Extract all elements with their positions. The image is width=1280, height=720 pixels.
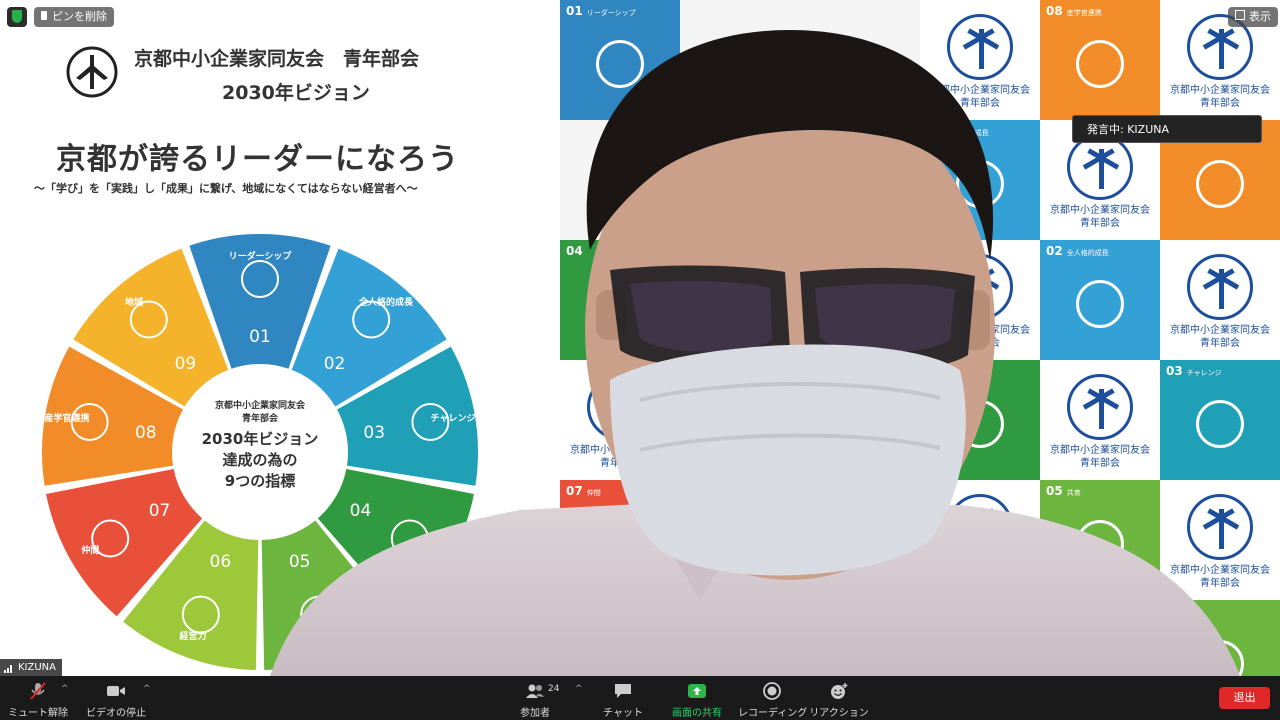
participant-count: 24	[548, 684, 560, 694]
participants-options-chevron-icon[interactable]: ^	[575, 684, 583, 694]
record-icon	[763, 682, 781, 700]
share-screen-icon	[688, 684, 706, 698]
view-label: 表示	[1249, 10, 1271, 23]
speaker-tooltip: 発言中: KIZUNA	[1072, 115, 1262, 143]
leave-meeting-button[interactable]: 退出	[1219, 687, 1270, 709]
share-screen-button[interactable]: 画面の共有	[664, 676, 730, 720]
microphone-muted-icon	[30, 682, 46, 700]
mute-button[interactable]: ミュート解除	[4, 676, 72, 720]
chat-button[interactable]: チャット	[594, 676, 652, 720]
participant-name-label: KIZUNA	[0, 659, 62, 676]
video-camera-icon	[107, 686, 125, 696]
participants-button[interactable]: 参加者	[506, 676, 564, 720]
participants-label: 参加者	[520, 708, 550, 719]
record-button[interactable]: レコーディング	[738, 676, 808, 720]
unpin-label: ピンを削除	[52, 10, 107, 23]
audio-options-chevron-icon[interactable]: ^	[61, 684, 69, 694]
mute-label: ミュート解除	[8, 708, 68, 719]
chat-bubble-icon	[615, 684, 631, 698]
video-stage: 京都中小企業家同友会 青年部会 2030年ビジョン 京都が誇るリーダーになろう …	[0, 0, 1280, 676]
stop-video-label: ビデオの停止	[86, 708, 146, 719]
unpin-button[interactable]: ピンを削除	[34, 7, 114, 27]
signal-bars-icon	[4, 665, 12, 673]
stop-video-button[interactable]: ビデオの停止	[82, 676, 150, 720]
video-options-chevron-icon[interactable]: ^	[143, 684, 151, 694]
reactions-label: リアクション	[809, 708, 869, 719]
smiley-plus-icon	[831, 683, 848, 699]
view-button[interactable]: 表示	[1228, 7, 1278, 27]
record-label: レコーディング	[738, 708, 808, 719]
participant-name: KIZUNA	[18, 662, 56, 673]
participants-icon	[526, 684, 544, 698]
reactions-button[interactable]: リアクション	[808, 676, 870, 720]
chat-label: チャット	[603, 708, 643, 719]
grid-view-icon	[1235, 10, 1245, 20]
meeting-toolbar: ミュート解除 ^ ビデオの停止 ^ 参加者 24 ^ チャット 画面の共有 レコ…	[0, 676, 1280, 720]
pin-icon	[41, 11, 47, 20]
participant-video	[270, 30, 1240, 676]
security-shield-icon[interactable]	[7, 7, 27, 27]
share-screen-label: 画面の共有	[672, 708, 722, 719]
